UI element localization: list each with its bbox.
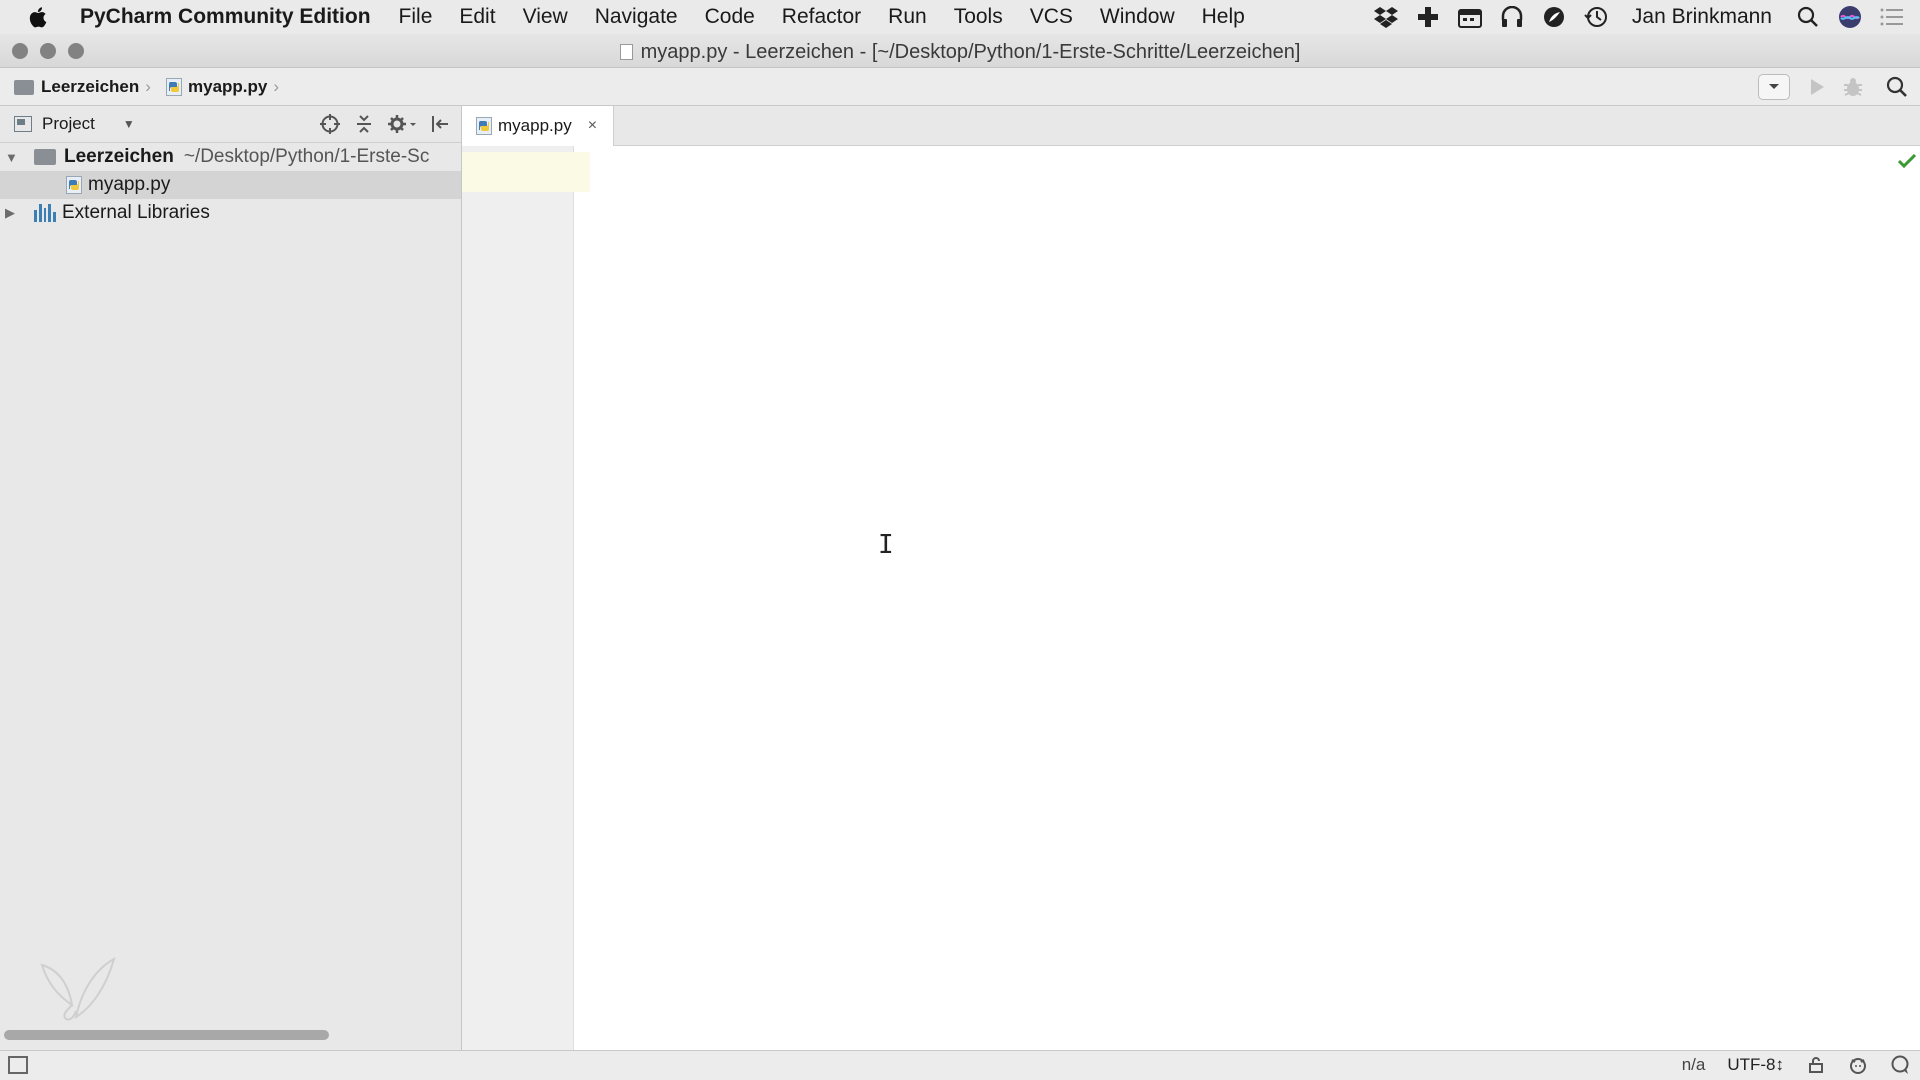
menu-tools[interactable]: Tools <box>954 5 1003 29</box>
text-cursor-ibeam-icon: I <box>878 530 894 560</box>
file-encoding[interactable]: UTF-8↕ <box>1727 1055 1784 1075</box>
menu-view[interactable]: View <box>523 5 568 29</box>
plus-cross-icon[interactable] <box>1414 3 1442 31</box>
menu-vcs[interactable]: VCS <box>1030 5 1073 29</box>
project-view-selector[interactable]: Project <box>42 114 95 134</box>
project-root-path: ~/Desktop/Python/1-Erste-Sc <box>183 146 430 167</box>
inspection-ok-check-icon[interactable] <box>1897 153 1917 173</box>
python-file-icon <box>166 78 182 96</box>
user-name[interactable]: Jan Brinkmann <box>1632 5 1772 29</box>
project-view-icon <box>14 116 32 132</box>
leaf-icon[interactable] <box>1540 3 1568 31</box>
menu-file[interactable]: File <box>399 5 433 29</box>
app-name-menu[interactable]: PyCharm Community Edition <box>80 5 371 29</box>
tree-file-label: myapp.py <box>88 174 171 195</box>
chevron-right-icon: › <box>145 77 151 96</box>
apple-menu-icon[interactable] <box>28 5 58 29</box>
window-title: myapp.py - Leerzeichen - [~/Desktop/Pyth… <box>0 41 1920 64</box>
project-pane-header: Project ▼ <box>0 106 461 143</box>
editor-tab-myapp[interactable]: myapp.py × <box>462 106 614 146</box>
chevron-right-icon: › <box>273 77 280 96</box>
python-file-icon <box>476 117 492 135</box>
tool-windows-toggle-icon[interactable] <box>8 1056 28 1074</box>
libraries-icon <box>34 204 56 222</box>
tree-node-file[interactable]: myapp.py <box>0 171 461 199</box>
menu-help[interactable]: Help <box>1202 5 1245 29</box>
editor-area: myapp.py × I <box>462 106 1920 1050</box>
collapse-all-icon[interactable] <box>351 112 377 136</box>
project-horizontal-scrollbar[interactable] <box>4 1030 329 1040</box>
scroll-from-source-icon[interactable] <box>317 112 343 136</box>
project-pane-tools <box>317 112 453 136</box>
caret-position[interactable]: n/a <box>1682 1055 1706 1075</box>
breadcrumb-project-label: Leerzeichen <box>41 77 140 96</box>
menu-navigate[interactable]: Navigate <box>595 5 678 29</box>
chevron-down-icon[interactable]: ▼ <box>123 117 135 131</box>
run-toolbar <box>1758 73 1920 101</box>
current-line-gutter-highlight <box>462 152 574 192</box>
navigation-bar: Leerzeichen › myapp.py › <box>0 68 1920 106</box>
lock-icon[interactable] <box>1806 1055 1826 1075</box>
editor-gutter[interactable] <box>462 146 574 1050</box>
macos-menu-bar: PyCharm Community Edition File Edit View… <box>0 0 1920 34</box>
settings-gear-icon[interactable] <box>385 112 419 136</box>
python-file-icon <box>66 176 82 194</box>
menu-run[interactable]: Run <box>888 5 927 29</box>
siri-icon[interactable] <box>1836 3 1864 31</box>
debug-icon[interactable] <box>1840 74 1866 100</box>
document-icon <box>619 44 633 60</box>
event-log-balloon-icon[interactable] <box>1890 1055 1910 1075</box>
editor-tab-label: myapp.py <box>498 116 572 135</box>
menu-edit[interactable]: Edit <box>459 5 495 29</box>
close-tab-icon[interactable]: × <box>588 117 597 135</box>
window-title-bar: myapp.py - Leerzeichen - [~/Desktop/Pyth… <box>0 34 1920 68</box>
time-machine-icon[interactable] <box>1582 3 1610 31</box>
external-libraries-label: External Libraries <box>62 202 210 223</box>
folder-icon <box>34 149 56 165</box>
inspector-face-icon[interactable] <box>1848 1055 1868 1075</box>
breadcrumb-file[interactable]: myapp.py › <box>166 77 279 97</box>
status-bar: n/a UTF-8↕ <box>0 1050 1920 1080</box>
status-bar-widgets: n/a UTF-8↕ <box>1682 1055 1910 1075</box>
editor-tab-bar: myapp.py × <box>462 106 1920 146</box>
current-line-highlight <box>574 152 590 192</box>
breadcrumb-project[interactable]: Leerzeichen › <box>14 77 151 97</box>
expand-arrow-down-icon[interactable]: ▼ <box>5 150 18 165</box>
notification-center-icon[interactable] <box>1878 3 1906 31</box>
expand-arrow-right-icon[interactable]: ▶ <box>5 205 17 221</box>
hide-pane-icon[interactable] <box>427 112 453 136</box>
search-everywhere-icon[interactable] <box>1884 74 1910 100</box>
project-root-name: Leerzeichen <box>64 146 174 167</box>
tree-node-external-libraries[interactable]: ▶ External Libraries <box>0 199 461 227</box>
folder-icon <box>14 79 34 95</box>
spotlight-search-icon[interactable] <box>1794 3 1822 31</box>
project-tool-window: Project ▼ ▼ Leerzeichen ~/Desktop/Python… <box>0 106 462 1050</box>
dropbox-icon[interactable] <box>1372 3 1400 31</box>
menu-bar-status-area: Jan Brinkmann <box>1372 0 1920 34</box>
pycharm-watermark-logo <box>36 955 122 1030</box>
calendar-icon[interactable] <box>1456 3 1484 31</box>
run-configuration-dropdown[interactable] <box>1758 74 1790 100</box>
window-title-text: myapp.py - Leerzeichen - [~/Desktop/Pyth… <box>640 41 1301 63</box>
menu-code[interactable]: Code <box>705 5 755 29</box>
breadcrumb-file-label: myapp.py <box>188 77 268 96</box>
project-tree: ▼ Leerzeichen ~/Desktop/Python/1-Erste-S… <box>0 143 461 227</box>
headphones-icon[interactable] <box>1498 3 1526 31</box>
run-icon[interactable] <box>1804 74 1830 100</box>
menu-window[interactable]: Window <box>1100 5 1175 29</box>
menu-refactor[interactable]: Refactor <box>782 5 861 29</box>
tree-node-project-root[interactable]: ▼ Leerzeichen ~/Desktop/Python/1-Erste-S… <box>0 143 461 171</box>
